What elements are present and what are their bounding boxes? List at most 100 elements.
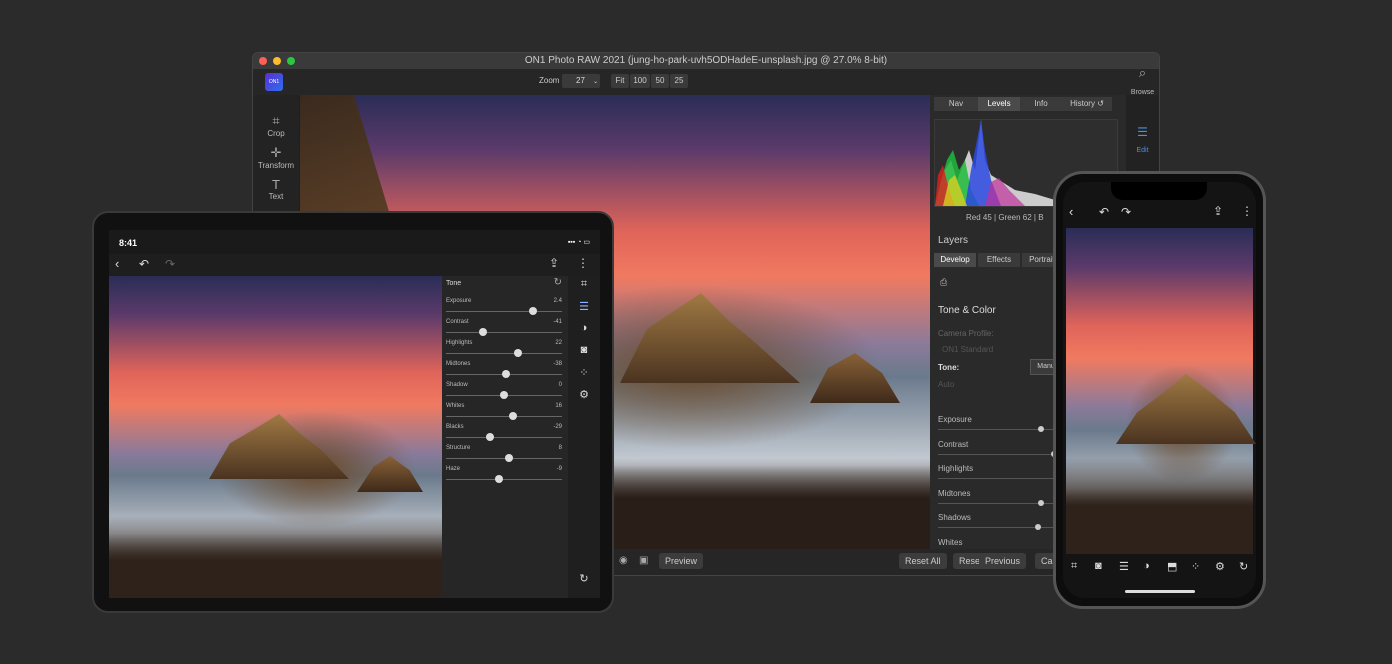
tablet-slider-knob[interactable]	[504, 454, 513, 462]
tablet-slider-knob[interactable]	[529, 307, 537, 315]
zoom-fit-button[interactable]: Fit	[611, 74, 629, 88]
tab-levels[interactable]: Levels	[978, 97, 1020, 111]
phone-photo-canvas[interactable]	[1066, 228, 1256, 554]
camera-profile-value[interactable]: ON1 Standard	[942, 345, 993, 354]
slider-knob[interactable]	[1038, 426, 1044, 432]
more-icon[interactable]: ⋮	[577, 256, 589, 270]
share-icon[interactable]: ⇪	[1213, 204, 1223, 218]
zoom-window-button[interactable]	[287, 57, 295, 65]
tab-history-label: History	[1070, 99, 1095, 108]
zoom-select[interactable]: 27 ⌄	[562, 74, 600, 88]
previous-button[interactable]: Previous	[979, 553, 1027, 569]
minimize-window-button[interactable]	[273, 57, 281, 65]
gear-icon[interactable]: ⚙	[568, 388, 600, 401]
edit-button[interactable]: ☰ Edit	[1126, 125, 1159, 157]
slider-label: Midtones	[938, 488, 971, 498]
undo-icon[interactable]: ↶	[1099, 205, 1109, 219]
tablet-slider-knob[interactable]	[495, 475, 504, 483]
crop-tool[interactable]: ⌗ Crop	[253, 113, 299, 138]
mask-icon[interactable]: ◑	[568, 322, 600, 334]
slider-knob[interactable]	[1034, 524, 1041, 530]
gear-icon[interactable]: ⚙	[1215, 560, 1225, 573]
phone-notch	[1111, 182, 1207, 200]
more-icon[interactable]: ⋮	[1241, 204, 1253, 218]
section-title: Tone & Color	[938, 305, 996, 316]
tablet-slider-track[interactable]	[446, 370, 562, 378]
auto-label[interactable]: Auto	[938, 380, 954, 389]
zoom-25-button[interactable]: 25	[670, 74, 688, 88]
tablet-slider-knob[interactable]	[509, 412, 518, 420]
undo-icon: ↺	[1097, 99, 1104, 108]
tablet-slider-track[interactable]	[446, 328, 562, 336]
edit-icon: ☰	[1137, 125, 1148, 139]
preview-button[interactable]: Preview	[659, 553, 704, 569]
move-icon: ✛	[270, 145, 282, 160]
sea-rock-shape	[1116, 374, 1256, 444]
status-icons: ▪▪▪ ◔ ▭	[567, 239, 590, 246]
zoom-100-button[interactable]: 100	[630, 74, 650, 88]
slider-knob[interactable]	[1038, 499, 1044, 506]
tablet-slider-knob[interactable]	[500, 391, 508, 399]
crop-icon[interactable]: ⌗	[1071, 560, 1077, 573]
crop-icon[interactable]: ⌗	[568, 278, 600, 291]
camera-icon[interactable]: ◙	[1095, 560, 1102, 572]
transform-tool[interactable]: ✛ Transform	[253, 145, 299, 170]
tablet-slider-value: -38	[553, 361, 562, 367]
tab-develop[interactable]: Develop	[934, 253, 976, 267]
tablet-slider-track[interactable]	[446, 412, 562, 420]
top-toolbar: ON1 Zoom 27 ⌄ Fit 100 50 25	[253, 69, 1159, 95]
layer-icon[interactable]: ⎙	[940, 277, 947, 288]
tablet-slider-track[interactable]	[446, 475, 562, 483]
small-rock-shape	[357, 456, 423, 492]
home-indicator	[1125, 590, 1195, 593]
browse-button[interactable]: ⌕ Browse	[1126, 65, 1159, 99]
tab-nav[interactable]: Nav	[934, 97, 978, 111]
tablet-slider-track[interactable]	[446, 433, 562, 441]
tablet-slider-label: Exposure	[446, 298, 472, 304]
undo-icon[interactable]: ↶	[139, 257, 149, 271]
tablet-slider-track[interactable]	[446, 307, 562, 315]
tablet-slider-knob[interactable]	[486, 433, 495, 441]
tablet-slider-track[interactable]	[446, 349, 562, 357]
foreground-rocks	[1066, 458, 1253, 554]
slider-label: Exposure	[938, 415, 972, 424]
zoom-50-button[interactable]: 50	[651, 74, 669, 88]
share-icon[interactable]: ⇪	[549, 256, 559, 270]
mask-icon[interactable]: ◑	[1143, 560, 1150, 572]
tablet-slider-label: Blacks	[446, 424, 464, 430]
tablet-photo-canvas[interactable]	[109, 276, 442, 598]
slider-label: Highlights	[938, 464, 974, 473]
side-by-side-icon[interactable]: ▣	[639, 555, 648, 566]
revert-icon[interactable]: ↻	[568, 572, 600, 585]
tab-history[interactable]: History ↺	[1062, 97, 1112, 111]
text-tool[interactable]: T Text	[253, 177, 299, 201]
layers-label: Layers	[938, 235, 969, 246]
sliders-icon[interactable]: ☰	[1119, 560, 1129, 573]
tablet-slider-track[interactable]	[446, 454, 562, 462]
tab-effects[interactable]: Effects	[978, 253, 1020, 267]
reset-icon[interactable]: ↻	[554, 277, 562, 288]
heal-icon[interactable]: ⁘	[568, 366, 600, 379]
phone-tool-bar: ⌗ ◙ ☰ ◑ ⬒ ⁘ ⚙ ↻	[1063, 556, 1256, 582]
chevron-down-icon: ⌄	[593, 79, 599, 85]
tablet-slider-knob[interactable]	[479, 328, 488, 336]
revert-icon[interactable]: ↻	[1239, 560, 1248, 573]
tablet-slider-knob[interactable]	[513, 349, 522, 357]
back-icon[interactable]: ‹	[115, 256, 119, 271]
reset-all-button[interactable]: Reset All	[899, 553, 947, 569]
redo-icon[interactable]: ↷	[1121, 205, 1131, 219]
camera-icon[interactable]: ◙	[568, 344, 600, 356]
sliders-icon[interactable]: ☰	[568, 300, 600, 313]
heal-icon[interactable]: ⁘	[1191, 560, 1200, 573]
transform-tool-label: Transform	[257, 161, 295, 170]
close-window-button[interactable]	[259, 57, 267, 65]
tablet-slider-label: Midtones	[446, 361, 471, 367]
tablet-tool-rail: ⌗ ☰ ◑ ◙ ⁘ ⚙ ↻	[568, 276, 600, 598]
tab-info[interactable]: Info	[1020, 97, 1062, 111]
export-icon[interactable]: ⬒	[1167, 560, 1177, 573]
redo-icon[interactable]: ↷	[165, 257, 175, 271]
tablet-slider-knob[interactable]	[502, 370, 511, 378]
compare-icon[interactable]: ◉	[619, 555, 628, 566]
tablet-slider-track[interactable]	[446, 391, 562, 399]
back-icon[interactable]: ‹	[1069, 204, 1073, 219]
